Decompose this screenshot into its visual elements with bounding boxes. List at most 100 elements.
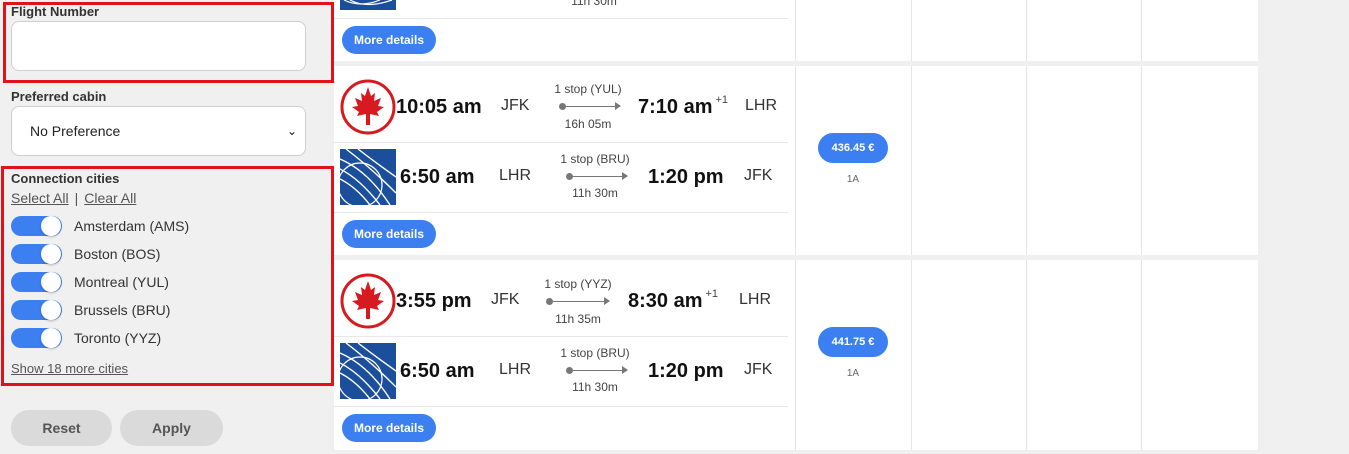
column-divider (1026, 260, 1027, 450)
column-divider (795, 260, 796, 450)
column-divider (795, 66, 796, 255)
clear-all-link[interactable]: Clear All (84, 190, 136, 206)
select-links: Select All | Clear All (11, 190, 136, 206)
departure-airport: LHR (499, 167, 532, 184)
stops-info: 1 stop (BRU) (560, 346, 630, 360)
air-canada-logo-icon (340, 273, 396, 329)
departure-time: 3:55 pm (396, 290, 472, 312)
fare-class: 1A (846, 368, 860, 379)
leg-divider (334, 406, 788, 407)
toronto-toggle[interactable] (11, 328, 62, 348)
flight-result-card: 11h 30m More details (334, 0, 1258, 61)
column-divider (1141, 0, 1142, 61)
column-divider (911, 260, 912, 450)
city-label: Amsterdam (AMS) (74, 218, 190, 234)
arrival-time-text: 1:20 pm (648, 360, 724, 382)
leg-divider (334, 212, 788, 213)
city-label: Toronto (YYZ) (74, 330, 162, 346)
city-item-amsterdam: Amsterdam (AMS) (11, 215, 189, 237)
column-divider (1026, 66, 1027, 255)
departure-airport: JFK (491, 291, 520, 308)
flight-number-input[interactable] (11, 21, 306, 71)
chevron-down-icon: ⌄ (286, 124, 297, 138)
partial-duration: 11h 30m (571, 0, 617, 8)
arrival-time-text: 1:20 pm (648, 166, 724, 188)
preferred-cabin-value: No Preference (30, 123, 121, 139)
link-separator: | (74, 190, 79, 206)
united-logo-icon (340, 0, 396, 10)
toggle-knob (41, 328, 61, 348)
column-divider (1141, 260, 1142, 450)
arrival-time: 7:10 am +1 (638, 94, 729, 119)
filter-sidebar: Flight Number Preferred cabin No Prefere… (0, 0, 334, 454)
column-divider (1026, 0, 1027, 61)
departure-airport: LHR (499, 361, 532, 378)
city-label: Brussels (BRU) (74, 302, 171, 318)
departure-time: 10:05 am (396, 96, 482, 118)
stops-info: 1 stop (BRU) (560, 152, 630, 166)
arrival-time: 1:20 pm (648, 360, 724, 383)
city-label: Boston (BOS) (74, 246, 161, 262)
next-day-indicator: +1 (715, 94, 729, 106)
column-divider (795, 0, 796, 61)
amsterdam-toggle[interactable] (11, 216, 62, 236)
column-divider (911, 66, 912, 255)
flight-number-label: Flight Number (11, 4, 100, 19)
brussels-toggle[interactable] (11, 300, 62, 320)
price-button[interactable]: 441.75 € (818, 327, 888, 357)
right-gutter (1258, 0, 1349, 454)
more-details-button[interactable]: More details (342, 26, 436, 54)
leg-divider (334, 18, 788, 19)
montreal-toggle[interactable] (11, 272, 62, 292)
flight-duration: 11h 30m (572, 380, 618, 394)
more-details-button[interactable]: More details (342, 220, 436, 248)
fare-class: 1A (846, 174, 860, 185)
arrival-time-text: 7:10 am (638, 96, 713, 118)
price-button[interactable]: 436.45 € (818, 133, 888, 163)
leg-divider (334, 142, 788, 143)
arrival-airport: JFK (744, 167, 773, 184)
route-line (559, 102, 621, 110)
city-item-toronto: Toronto (YYZ) (11, 327, 161, 349)
toggle-knob (41, 300, 61, 320)
preferred-cabin-select[interactable]: No Preference ⌄ (11, 106, 306, 156)
arrival-airport: LHR (745, 97, 778, 114)
select-all-link[interactable]: Select All (11, 190, 69, 206)
city-label: Montreal (YUL) (74, 274, 169, 290)
route-line (546, 297, 610, 305)
departure-time: 6:50 am (400, 360, 475, 382)
route-dot (546, 298, 553, 305)
toggle-knob (41, 216, 61, 236)
arrow-right-icon (604, 297, 610, 305)
route-dot (566, 173, 573, 180)
united-logo-icon (340, 149, 396, 205)
city-item-boston: Boston (BOS) (11, 243, 160, 265)
show-more-cities-link[interactable]: Show 18 more cities (11, 361, 128, 376)
reset-button[interactable]: Reset (11, 410, 112, 446)
stops-info: 1 stop (YYZ) (544, 277, 612, 291)
flight-duration: 11h 30m (572, 186, 618, 200)
arrival-airport: JFK (744, 361, 773, 378)
next-day-indicator: +1 (705, 288, 719, 300)
preferred-cabin-label: Preferred cabin (11, 89, 107, 104)
apply-button[interactable]: Apply (120, 410, 223, 446)
toggle-knob (41, 244, 61, 264)
stops-info: 1 stop (YUL) (554, 82, 622, 96)
city-item-brussels: Brussels (BRU) (11, 299, 170, 321)
united-logo-icon (340, 343, 396, 399)
arrow-right-icon (615, 102, 621, 110)
connection-cities-label: Connection cities (11, 171, 120, 186)
departure-time: 6:50 am (400, 166, 475, 188)
arrival-time-text: 8:30 am (628, 290, 703, 312)
route-dot (559, 103, 566, 110)
toggle-knob (41, 272, 61, 292)
more-details-button[interactable]: More details (342, 414, 436, 442)
departure-airport: JFK (501, 97, 530, 114)
flight-result-card: 10:05 am JFK 1 stop (YUL) 16h 05m 7:10 a… (334, 66, 1258, 255)
route-line (566, 172, 628, 180)
arrival-airport: LHR (739, 291, 772, 308)
route-dot (566, 367, 573, 374)
arrival-time: 1:20 pm (648, 166, 724, 189)
boston-toggle[interactable] (11, 244, 62, 264)
flight-duration: 16h 05m (564, 117, 612, 131)
